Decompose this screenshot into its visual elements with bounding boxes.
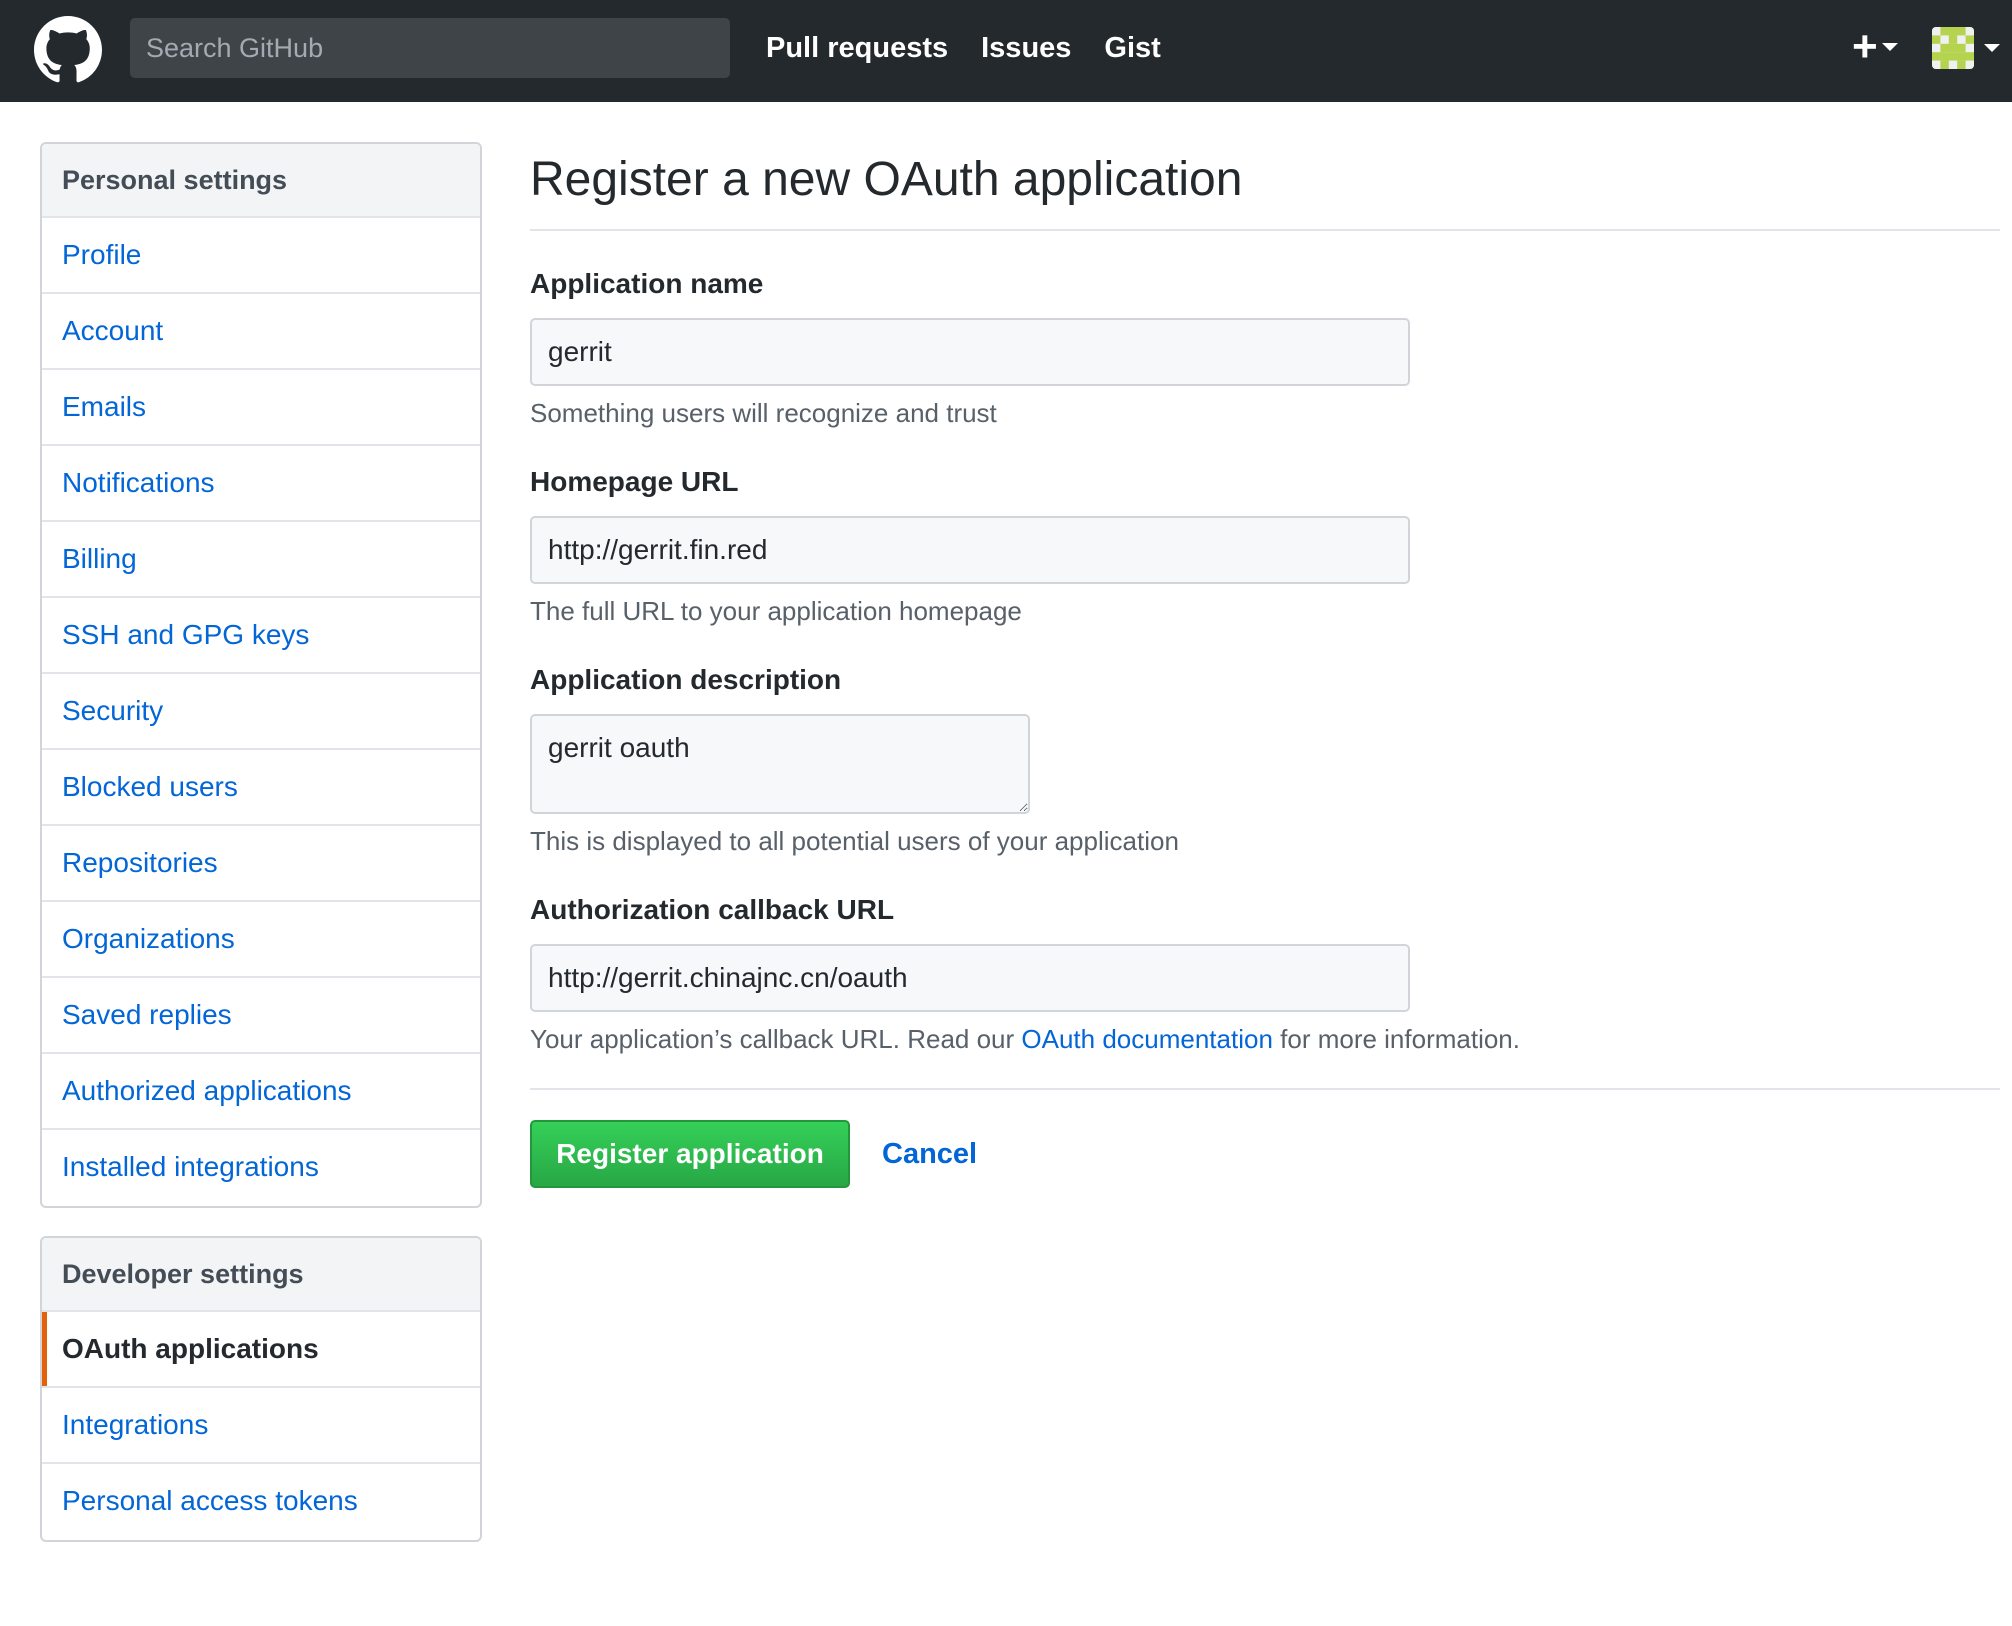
application-description-label: Application description <box>530 664 842 695</box>
nav-gist[interactable]: Gist <box>1104 28 1160 68</box>
callback-url-note: Your application’s callback URL. Read ou… <box>530 1024 1520 1055</box>
page-title: Register a new OAuth application <box>530 153 1243 206</box>
sidebar-item-emails[interactable]: Emails <box>42 370 480 446</box>
oauth-documentation-link[interactable]: OAuth documentation <box>1021 1024 1273 1054</box>
sidebar-item-personal-access-tokens[interactable]: Personal access tokens <box>42 1464 480 1540</box>
identicon-icon <box>1932 27 1974 69</box>
callback-url-note-text: Your application’s callback URL. Read ou… <box>530 1024 1022 1054</box>
sidebar-item-ssh-gpg-keys[interactable]: SSH and GPG keys <box>42 598 480 674</box>
callback-url-note-suffix: for more information. <box>1272 1024 1520 1054</box>
plus-icon: + <box>1852 22 1878 71</box>
developer-settings-menu: Developer settings OAuth applications In… <box>40 1236 482 1542</box>
top-navigation-bar: Pull requests Issues Gist + <box>0 0 2012 102</box>
application-name-label: Application name <box>530 268 764 299</box>
sidebar-item-integrations[interactable]: Integrations <box>42 1388 480 1464</box>
avatar <box>1932 27 1974 69</box>
application-name-note: Something users will recognize and trust <box>530 398 997 428</box>
developer-settings-header: Developer settings <box>42 1238 480 1312</box>
application-description-textarea[interactable]: gerrit oauth <box>530 714 1030 814</box>
form-divider <box>530 1088 2000 1090</box>
sidebar-item-organizations[interactable]: Organizations <box>42 902 480 978</box>
sidebar-item-blocked-users[interactable]: Blocked users <box>42 750 480 826</box>
homepage-url-label: Homepage URL <box>530 466 739 497</box>
personal-settings-header: Personal settings <box>42 144 480 218</box>
sidebar-item-authorized-applications[interactable]: Authorized applications <box>42 1054 480 1130</box>
personal-settings-menu: Personal settings Profile Account Emails… <box>40 142 482 1208</box>
sidebar-item-billing[interactable]: Billing <box>42 522 480 598</box>
sidebar-item-account[interactable]: Account <box>42 294 480 370</box>
sidebar-item-security[interactable]: Security <box>42 674 480 750</box>
callback-url-input[interactable] <box>530 944 1410 1012</box>
sidebar-item-installed-integrations[interactable]: Installed integrations <box>42 1130 480 1206</box>
sidebar-item-saved-replies[interactable]: Saved replies <box>42 978 480 1054</box>
application-description-note: This is displayed to all potential users… <box>530 826 1179 856</box>
title-divider <box>530 229 2000 231</box>
callback-url-label: Authorization callback URL <box>530 894 895 925</box>
chevron-down-icon <box>1984 44 2000 52</box>
create-new-dropdown[interactable]: + <box>1852 24 1906 70</box>
search-input[interactable] <box>130 18 730 78</box>
sidebar-item-profile[interactable]: Profile <box>42 218 480 294</box>
nav-issues[interactable]: Issues <box>981 28 1071 68</box>
header-nav: Pull requests Issues Gist <box>766 28 1161 68</box>
application-name-input[interactable] <box>530 318 1410 386</box>
github-octocat-icon[interactable] <box>34 16 102 84</box>
cancel-button[interactable]: Cancel <box>882 1134 977 1174</box>
sidebar-item-notifications[interactable]: Notifications <box>42 446 480 522</box>
register-application-button[interactable]: Register application <box>530 1120 850 1188</box>
homepage-url-input[interactable] <box>530 516 1410 584</box>
nav-pull-requests[interactable]: Pull requests <box>766 28 948 68</box>
homepage-url-note: The full URL to your application homepag… <box>530 596 1022 626</box>
chevron-down-icon <box>1881 43 1898 51</box>
user-menu-dropdown[interactable] <box>1932 26 2002 70</box>
sidebar-item-repositories[interactable]: Repositories <box>42 826 480 902</box>
sidebar-item-oauth-applications[interactable]: OAuth applications <box>42 1312 480 1388</box>
